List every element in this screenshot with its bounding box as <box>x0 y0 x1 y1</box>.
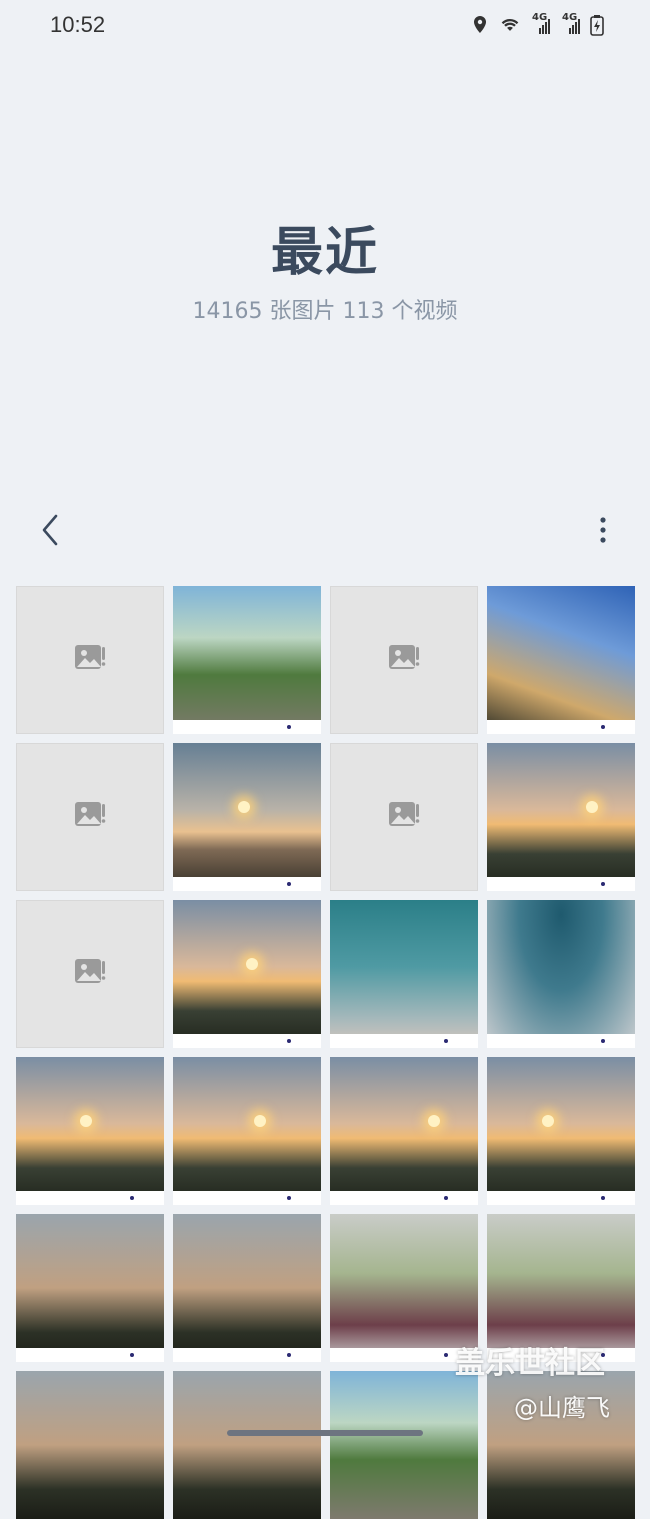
sun <box>586 801 598 813</box>
photo-thumbnail[interactable] <box>487 743 635 891</box>
photo-caption-strip <box>487 1191 635 1205</box>
broken-image-icon <box>73 798 107 836</box>
status-icons: 4G 4G <box>470 12 604 36</box>
sun <box>246 958 258 970</box>
thumbnail-placeholder[interactable] <box>16 900 164 1048</box>
photo-caption-strip <box>173 720 321 734</box>
photo-thumbnail[interactable] <box>330 1057 478 1205</box>
signal-4g-icon: 4G <box>530 12 550 36</box>
battery-icon <box>590 14 604 36</box>
album-header: 最近 14165 张图片 113 个视频 <box>0 210 650 325</box>
watermark-community: 盖乐世社区 <box>455 1346 605 1381</box>
photo-caption-strip <box>16 1191 164 1205</box>
back-button[interactable] <box>36 512 64 548</box>
photo-thumbnail[interactable] <box>173 743 321 891</box>
photo-caption-strip <box>173 877 321 891</box>
photo-thumbnail[interactable] <box>173 1057 321 1205</box>
broken-image-icon <box>73 955 107 993</box>
photo-thumbnail[interactable] <box>16 1057 164 1205</box>
photo-thumbnail[interactable] <box>173 1371 321 1519</box>
more-options-button[interactable] <box>592 512 614 548</box>
sun <box>542 1115 554 1127</box>
photo-caption-strip <box>330 1191 478 1205</box>
photo-thumbnail[interactable] <box>487 586 635 734</box>
photo-thumbnail[interactable] <box>487 1057 635 1205</box>
photo-thumbnail[interactable] <box>173 900 321 1048</box>
thumbnail-placeholder[interactable] <box>16 743 164 891</box>
status-time: 10:52 <box>50 12 106 37</box>
home-indicator[interactable] <box>227 1430 423 1436</box>
status-bar: 10:52 4G 4G <box>0 0 650 52</box>
page-title: 最近 <box>270 223 379 283</box>
photo-caption-strip <box>173 1348 321 1362</box>
thumbnail-placeholder[interactable] <box>330 586 478 734</box>
photo-thumbnail[interactable] <box>330 900 478 1048</box>
thumbnail-placeholder[interactable] <box>16 586 164 734</box>
photo-thumbnail[interactable] <box>173 1214 321 1362</box>
chevron-left-icon <box>42 514 58 546</box>
watermark-user: @山鹰飞 <box>514 1394 610 1422</box>
photo-caption-strip <box>487 877 635 891</box>
location-icon <box>470 14 490 36</box>
broken-image-icon <box>73 641 107 679</box>
photo-caption-strip <box>487 720 635 734</box>
photo-thumbnail[interactable] <box>330 1371 478 1519</box>
album-count: 14165 张图片 113 个视频 <box>192 299 458 324</box>
photo-caption-strip <box>487 1034 635 1048</box>
wifi-icon <box>500 14 520 36</box>
photo-thumbnail[interactable] <box>16 1371 164 1519</box>
more-vertical-icon <box>600 517 606 543</box>
sun <box>80 1115 92 1127</box>
thumbnail-placeholder[interactable] <box>330 743 478 891</box>
sun <box>254 1115 266 1127</box>
photo-caption-strip <box>173 1034 321 1048</box>
sun <box>238 801 250 813</box>
photo-thumbnail[interactable] <box>173 586 321 734</box>
broken-image-icon <box>387 641 421 679</box>
broken-image-icon <box>387 798 421 836</box>
photo-caption-strip <box>330 1034 478 1048</box>
sun <box>428 1115 440 1127</box>
photo-caption-strip <box>173 1191 321 1205</box>
photo-thumbnail[interactable] <box>487 900 635 1048</box>
photo-thumbnail[interactable] <box>16 1214 164 1362</box>
signal-4g-icon: 4G <box>560 12 580 36</box>
photo-caption-strip <box>16 1348 164 1362</box>
